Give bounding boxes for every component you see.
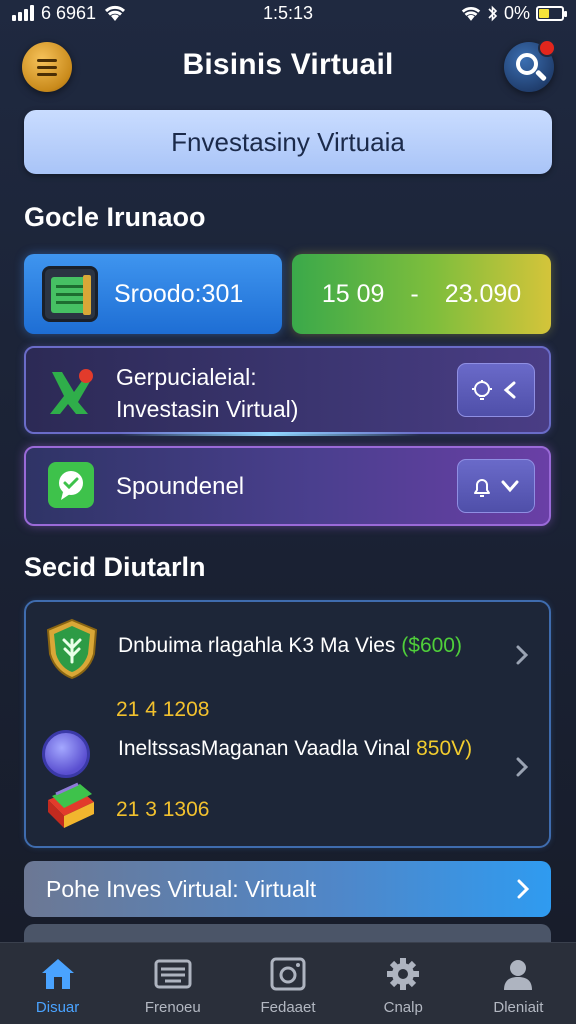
chevron-left-icon xyxy=(503,381,516,399)
investment-card-subtitle: Investasin Virtual) xyxy=(116,396,299,422)
notification-badge xyxy=(538,39,556,57)
battery-icon xyxy=(536,5,567,21)
home-icon xyxy=(41,959,74,989)
divider-glow xyxy=(120,432,420,436)
nav-label: Frenoeu xyxy=(144,999,201,1016)
chevron-right-icon xyxy=(516,645,529,665)
nav-item-keyboard[interactable]: Frenoeu xyxy=(115,943,230,1024)
wifi-icon-right xyxy=(461,6,481,21)
range-start: 15 09 xyxy=(321,279,385,308)
investment-card-control[interactable] xyxy=(457,363,535,417)
list-item-date: 21 3 1306 xyxy=(116,798,210,821)
chart-arrow-icon xyxy=(50,369,93,414)
chevron-right-icon xyxy=(516,757,529,777)
search-button[interactable] xyxy=(504,39,556,92)
nav-item-home[interactable]: Disuar xyxy=(0,943,115,1024)
chevron-down-icon xyxy=(501,480,519,493)
books-icon xyxy=(48,782,94,828)
list-item-date: 21 4 1208 xyxy=(116,698,210,721)
nav-item-profile[interactable]: Dleniait xyxy=(461,943,576,1024)
shield-leaf-icon xyxy=(46,618,98,680)
camera-icon xyxy=(270,957,306,991)
battery-percent: 0% xyxy=(503,2,530,23)
investment-card-title: Gerpucialeial: xyxy=(116,364,257,390)
carrier-text: 6 6961 xyxy=(41,2,97,23)
range-card[interactable]: 15 09 - 23.090 xyxy=(292,254,551,334)
bottom-nav: Disuar Frenoeu Fedaaet Cnalp Dleniait xyxy=(0,942,576,1024)
chat-bubble-icon xyxy=(48,462,94,508)
investment-card[interactable]: Gerpucialeial: Investasin Virtual) xyxy=(24,346,551,434)
ledger-icon xyxy=(42,266,98,322)
balance-text: Sroodo:301 xyxy=(114,279,244,308)
bell-icon xyxy=(474,479,490,497)
search-banner[interactable]: Fnvestasiny Virtuaia xyxy=(24,110,552,174)
support-card[interactable]: Spoundenel xyxy=(24,446,551,526)
range-end: 23.090 xyxy=(444,279,522,308)
keyboard-icon xyxy=(154,959,192,989)
nav-item-camera[interactable]: Fedaaet xyxy=(230,943,345,1024)
list-item-text: Dnbuima rlagahla K3 Ma Vies xyxy=(118,634,396,657)
list-item-text: IneltssasMaganan Vaadla Vinal xyxy=(118,737,411,760)
gem-icon xyxy=(42,730,90,778)
status-bar: 6 6961 1:5:13 0% xyxy=(0,0,576,26)
signal-icon xyxy=(12,5,34,21)
user-icon xyxy=(504,960,533,990)
transaction-list: Dnbuima rlagahla K3 Ma Vies ($600) 21 4 … xyxy=(24,600,551,848)
bulb-icon xyxy=(472,380,492,400)
chevron-right-icon xyxy=(517,879,530,899)
page-title: Bisinis Virtuail xyxy=(182,48,394,81)
promo-button[interactable]: Pohe Inves Virtual: Virtualt xyxy=(24,861,551,917)
nav-label: Cnalp xyxy=(383,999,423,1016)
bluetooth-icon xyxy=(488,5,498,21)
app-header: Bisinis Virtuail xyxy=(0,36,576,100)
list-item-amount: ($600) xyxy=(401,634,462,657)
nav-label: Fedaaet xyxy=(260,999,316,1016)
gear-icon xyxy=(387,958,420,990)
nav-label: Dleniait xyxy=(493,999,544,1016)
nav-label: Disuar xyxy=(35,999,80,1016)
balance-card[interactable]: Sroodo:301 xyxy=(24,254,282,334)
promo-text: Pohe Inves Virtual: Virtualt xyxy=(46,875,317,902)
support-card-title: Spoundenel xyxy=(116,473,245,500)
overview-heading: Gocle Irunaoo xyxy=(24,202,206,232)
nav-item-settings[interactable]: Cnalp xyxy=(346,943,461,1024)
wifi-icon xyxy=(105,5,126,21)
support-card-control[interactable] xyxy=(457,459,535,513)
range-separator: - xyxy=(410,279,419,308)
list-heading: Secid Diutarln xyxy=(24,552,206,582)
list-item-amount: 850V) xyxy=(416,737,473,760)
